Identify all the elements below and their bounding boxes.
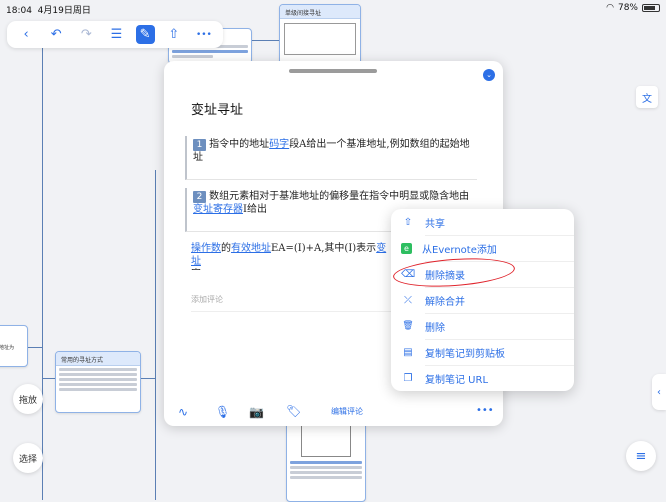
- camera-icon[interactable]: 📷: [249, 405, 264, 419]
- handwriting-icon[interactable]: ∿: [178, 405, 188, 419]
- more-icon[interactable]: •••: [476, 405, 494, 416]
- status-right: ◠ 78%: [606, 3, 660, 13]
- menu-icon: ≡: [635, 448, 647, 464]
- menu-item-unmerge[interactable]: ⤫ 解除合并: [391, 287, 574, 313]
- mindmap-node-index-diagram[interactable]: [286, 416, 366, 502]
- node-diagram: [301, 421, 351, 457]
- mindmap-node-indirect[interactable]: 单级间接寻址: [279, 4, 361, 66]
- status-time: 18:04 4月19日周日: [6, 6, 91, 16]
- microphone-icon[interactable]: 🎙: [215, 405, 230, 419]
- redo-icon[interactable]: ↷: [75, 24, 97, 46]
- link-text[interactable]: 码字: [269, 139, 289, 150]
- trash-icon: 🗑: [402, 321, 414, 331]
- node-title: 常用的寻址方式: [56, 352, 140, 366]
- number-badge: 2: [193, 191, 206, 203]
- node-text: 地址为: [0, 345, 15, 351]
- clipboard-icon: ▤: [403, 346, 413, 358]
- wifi-icon: ◠: [606, 3, 614, 13]
- share-icon[interactable]: ⇧: [163, 24, 185, 46]
- node-diagram: [284, 23, 356, 55]
- excerpt-3[interactable]: 操作数的有效地址EA=(I)+A,其中(I)表示变址容。: [191, 242, 396, 270]
- menu-item-copy-url[interactable]: ❐ 复制笔记 URL: [391, 365, 574, 391]
- unlink-icon: ⤫: [404, 294, 412, 306]
- node-table: [56, 368, 140, 391]
- context-menu: ⇧ 共享 e 从Evernote添加 ⌫ 删除摘录 ⤫ 解除合并 🗑 删除 ▤ 复制笔记到剪…: [391, 209, 574, 391]
- battery-percent: 78%: [617, 3, 638, 13]
- node-title: 单级间接寻址: [280, 5, 360, 19]
- edit-note-icon[interactable]: ✎: [135, 25, 155, 44]
- node-text-lines: [287, 461, 365, 479]
- add-comment-field[interactable]: 添加评论: [191, 294, 223, 305]
- panel-grabber[interactable]: [289, 69, 377, 73]
- undo-icon[interactable]: ↶: [45, 24, 67, 46]
- menu-item-copy-note[interactable]: ▤ 复制笔记到剪贴板: [391, 339, 574, 365]
- mindmap-node-left[interactable]: 地址为: [0, 325, 28, 367]
- copy-url-icon: ❐: [403, 372, 413, 384]
- collapse-icon[interactable]: ⌄: [483, 69, 495, 81]
- chevron-left-icon: ‹: [657, 386, 661, 398]
- back-icon[interactable]: ‹: [15, 24, 37, 46]
- mindmap-node-common-modes[interactable]: 常用的寻址方式: [55, 351, 141, 413]
- select-button[interactable]: 选择: [13, 443, 43, 473]
- link-text[interactable]: 操作数: [191, 243, 221, 254]
- main-menu-button[interactable]: ≡: [626, 441, 656, 471]
- share-icon: ⇧: [403, 216, 413, 228]
- edit-comment-button[interactable]: 编辑评论: [331, 406, 363, 417]
- evernote-icon: e: [401, 242, 412, 254]
- link-text[interactable]: 有效地址: [231, 243, 271, 254]
- battery-fill: [644, 6, 655, 10]
- number-badge: 1: [193, 139, 206, 151]
- battery-icon: [642, 4, 660, 12]
- top-toolbar: ‹ ↶ ↷ ☰ ✎ ⇧ •••: [7, 21, 223, 48]
- panel-bottom-bar: ∿ 🎙 📷 🏷 编辑评论 •••: [164, 398, 503, 426]
- side-panel-toggle[interactable]: ‹: [652, 374, 666, 410]
- menu-item-evernote[interactable]: e 从Evernote添加: [391, 235, 574, 261]
- menu-item-delete[interactable]: 🗑 删除: [391, 313, 574, 339]
- menu-item-share[interactable]: ⇧ 共享: [391, 209, 574, 235]
- note-title[interactable]: 变址寻址: [191, 99, 243, 118]
- outline-list-icon[interactable]: ☰: [105, 24, 127, 46]
- mindmap-branch-line: [155, 170, 156, 500]
- excerpt-1[interactable]: 1 指令中的地址码字段A给出一个基准地址,例如数组的起始地址: [185, 136, 477, 180]
- translate-icon[interactable]: 文: [636, 86, 658, 108]
- drag-button[interactable]: 拖放: [13, 384, 43, 414]
- more-icon[interactable]: •••: [193, 24, 215, 46]
- tag-icon[interactable]: 🏷: [286, 404, 301, 418]
- link-text[interactable]: 变址寄存器: [193, 204, 243, 215]
- mindmap-trunk-line: [42, 48, 43, 500]
